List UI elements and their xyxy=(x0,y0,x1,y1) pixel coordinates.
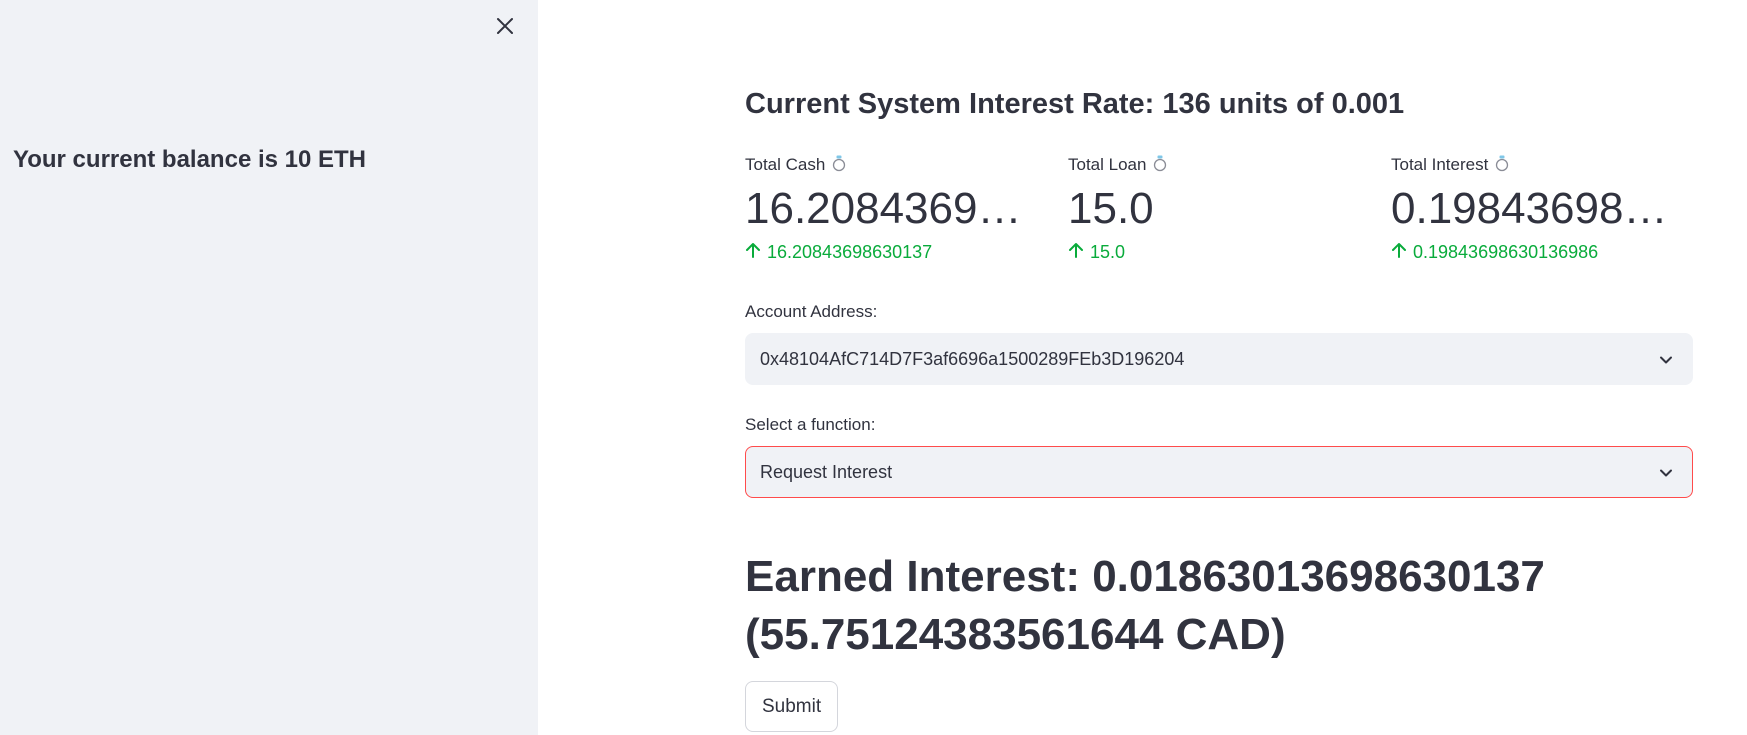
metric-delta: 16.20843698630137 xyxy=(767,242,933,262)
metric-delta: 15.0 xyxy=(1090,242,1126,262)
close-icon[interactable] xyxy=(493,14,517,38)
metric-label: Total Interest xyxy=(1391,155,1489,174)
metric-value: 16.20843698630137 xyxy=(745,184,1045,233)
balance-text: Your current balance is 10 ETH xyxy=(13,146,367,173)
function-select[interactable]: Request Interest xyxy=(745,446,1693,498)
sidebar: Your current balance is 10 ETH xyxy=(0,0,538,735)
chevron-down-icon xyxy=(1656,463,1676,483)
metric-value: 0.19843698630136986 xyxy=(1391,184,1691,233)
metric-label: Total Loan xyxy=(1068,155,1147,174)
function-select-label: Select a function: xyxy=(745,415,876,434)
metric-value: 15.0 xyxy=(1068,184,1154,233)
metric-delta: 0.19843698630136986 xyxy=(1413,242,1599,262)
account-address-value: 0x48104AfC714D7F3af6696a1500289FEb3D1962… xyxy=(760,348,1185,369)
metric-total-loan: Total Loan 15.0 15.0 xyxy=(1068,153,1368,264)
help-icon[interactable] xyxy=(1494,154,1510,177)
function-select-value: Request Interest xyxy=(760,461,893,482)
account-address-select[interactable]: 0x48104AfC714D7F3af6696a1500289FEb3D1962… xyxy=(745,333,1693,385)
help-icon[interactable] xyxy=(1152,154,1168,177)
metric-total-interest: Total Interest 0.19843698630136986 0.198… xyxy=(1391,153,1691,264)
metric-total-cash: Total Cash 16.20843698630137 16.20843698… xyxy=(745,153,1045,264)
metric-label: Total Cash xyxy=(745,155,826,174)
chevron-down-icon xyxy=(1656,350,1676,370)
arrow-up-icon xyxy=(1068,241,1084,264)
earned-interest-heading: Earned Interest: 0.018630136986301​37 (5… xyxy=(745,552,1545,659)
account-address-label: Account Address: xyxy=(745,302,878,321)
main-content: Current System Interest Rate: 136 units … xyxy=(745,0,1695,735)
arrow-up-icon xyxy=(1391,241,1407,264)
submit-button[interactable]: Submit xyxy=(745,681,839,732)
interest-rate-title: Current System Interest Rate: 136 units … xyxy=(745,88,1405,120)
arrow-up-icon xyxy=(745,241,761,264)
help-icon[interactable] xyxy=(831,154,847,177)
